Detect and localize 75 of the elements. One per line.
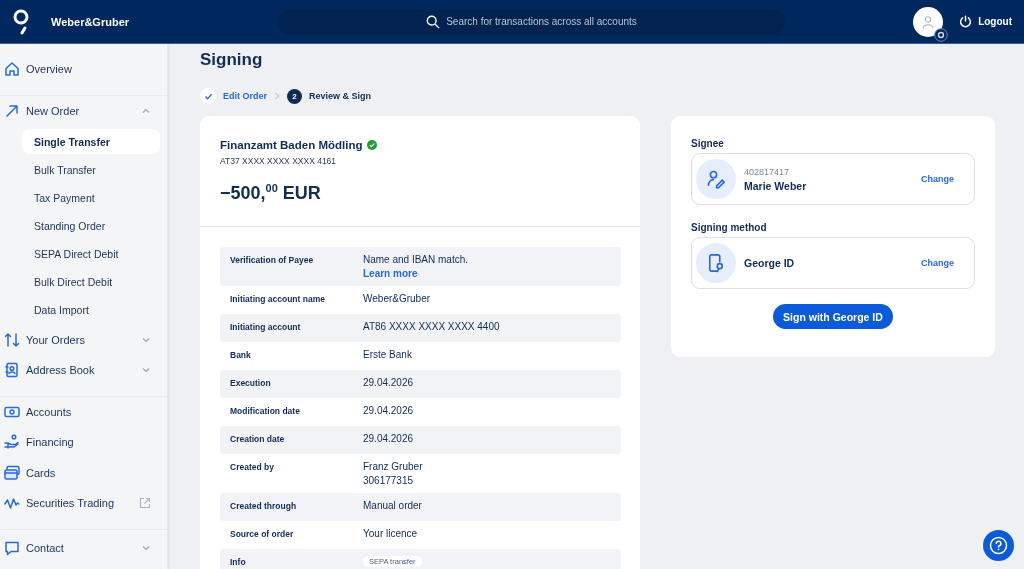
- hand-coin-icon: [4, 434, 20, 451]
- amount: −500,$^{00}$ EUR: [220, 182, 322, 204]
- detail-label: Info: [230, 556, 247, 569]
- detail-value: Weber&Gruber: [363, 293, 431, 304]
- address-book-icon: [4, 362, 20, 379]
- detail-value: AT86 XXXX XXXX XXXX 4400: [363, 321, 500, 332]
- nav-item[interactable]: Financing: [0, 427, 167, 458]
- search-icon: [426, 14, 441, 29]
- nav-subitem[interactable]: Data Import: [22, 297, 160, 322]
- nav-item[interactable]: New Order: [0, 95, 167, 126]
- detail-label: Creation date: [230, 433, 286, 446]
- detail-label: Created through: [230, 500, 298, 513]
- detail-label: Source of order: [230, 528, 295, 541]
- search-field[interactable]: Search for transactions across all accounts: [278, 8, 785, 35]
- detail-label: Initiating account name: [230, 293, 326, 306]
- cards-icon: [4, 464, 20, 481]
- detail-label: Created by: [230, 461, 275, 474]
- sign-button[interactable]: Sign with George ID: [773, 304, 893, 329]
- nav-item[interactable]: Overview: [0, 54, 167, 85]
- arrows-up-down-icon: [4, 331, 20, 348]
- detail-value: 29.04.2026: [363, 405, 414, 416]
- arrow-icon: [4, 102, 20, 119]
- detail-label: Modification date: [230, 405, 301, 418]
- logout-button[interactable]: Logout: [959, 15, 1012, 28]
- detail-value: Erste Bank: [363, 349, 412, 360]
- section-label: Signee: [691, 138, 725, 149]
- avatar[interactable]: [913, 6, 944, 37]
- nav-item[interactable]: Contact: [0, 532, 167, 563]
- detail-value: 306177315: [363, 475, 414, 486]
- nav-subitem[interactable]: Bulk Direct Debit: [22, 269, 160, 294]
- nav-subitem[interactable]: Bulk Transfer: [22, 157, 160, 182]
- nav-item[interactable]: Address Book: [0, 355, 167, 386]
- home-icon: [4, 61, 20, 78]
- power-icon: [959, 15, 973, 28]
- step-label: Review & Sign: [309, 91, 372, 101]
- chat-bubble-icon: [4, 539, 20, 556]
- method-name: George ID: [744, 257, 796, 269]
- nav-subitem[interactable]: Tax Payment: [22, 185, 160, 210]
- signee-id: 402817417: [744, 166, 791, 177]
- detail-label: Execution: [230, 377, 272, 390]
- detail-value: Franz Gruber: [363, 461, 423, 472]
- section-label: Signing method: [691, 222, 768, 233]
- step-label[interactable]: Edit Order: [223, 91, 267, 101]
- nav-item[interactable]: Your Orders: [0, 324, 167, 355]
- phone-icon: [696, 243, 736, 283]
- detail-value: 29.04.2026: [363, 433, 414, 444]
- payee-name: Finanzamt Baden Mödling: [220, 139, 363, 151]
- detail-value: Your licence: [363, 528, 418, 539]
- detail-value: 29.04.2026: [363, 377, 414, 388]
- detail-label: Initiating account: [230, 321, 302, 334]
- nav-item[interactable]: Cards: [0, 457, 167, 488]
- detail-label: Verification of Payee: [230, 254, 315, 267]
- settings-icon[interactable]: [934, 27, 949, 42]
- payee-iban: AT37 XXXX XXXX XXXX 4161: [220, 156, 338, 166]
- learn-more-link[interactable]: Learn more: [363, 268, 418, 279]
- detail-value: Name and IBAN match.: [363, 254, 469, 265]
- nav-item[interactable]: Securities Trading: [0, 488, 167, 519]
- detail-value: Manual order: [363, 500, 422, 511]
- detail-label: Bank: [230, 349, 252, 362]
- nav-subitem[interactable]: Standing Order: [22, 213, 160, 238]
- nav-subitem[interactable]: SEPA Direct Debit: [22, 241, 160, 266]
- page-title: Signing: [200, 50, 264, 71]
- nav-subitem[interactable]: Single Transfer: [22, 129, 160, 154]
- company-name: Weber&Gruber: [51, 15, 131, 28]
- chart-line-icon: [4, 495, 20, 512]
- chevron-right-icon: [274, 92, 280, 100]
- nav-item[interactable]: Accounts: [0, 396, 167, 427]
- user-pen-icon: [696, 159, 736, 199]
- step-number: 2: [287, 88, 302, 104]
- change-link[interactable]: Change: [921, 258, 954, 268]
- change-link[interactable]: Change: [921, 174, 954, 184]
- signee-name: Marie Weber: [744, 179, 808, 192]
- help-icon[interactable]: [983, 530, 1014, 561]
- external-link-icon: [139, 497, 151, 510]
- user-icon: [921, 14, 936, 29]
